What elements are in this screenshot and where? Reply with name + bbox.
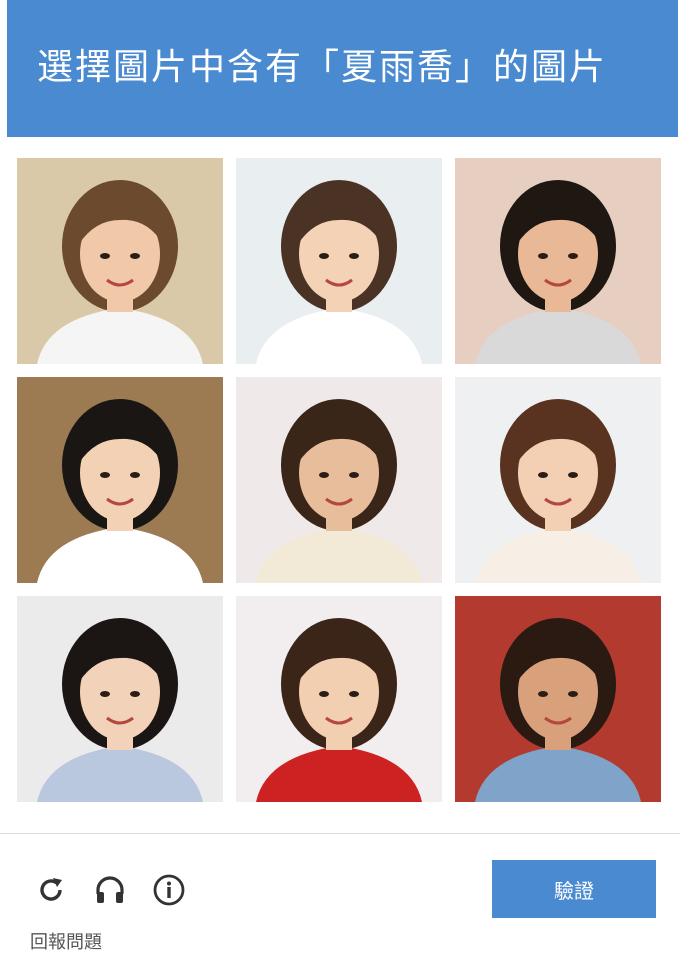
captcha-image-tile[interactable] [17,596,223,802]
captcha-image-tile[interactable] [455,158,661,364]
portrait-image [236,158,442,364]
info-icon[interactable] [151,872,187,908]
portrait-image [236,377,442,583]
captcha-image-tile[interactable] [17,158,223,364]
reload-icon[interactable] [33,872,69,908]
verify-button[interactable]: 驗證 [492,860,656,918]
captcha-image-tile[interactable] [236,158,442,364]
portrait-image [17,596,223,802]
captcha-header: 選擇圖片中含有「夏雨喬」的圖片 [7,0,678,137]
image-grid [17,158,662,808]
report-problem-link[interactable]: 回報問題 [30,928,102,954]
portrait-image [455,158,661,364]
captcha-image-tile[interactable] [455,596,661,802]
portrait-image [17,377,223,583]
portrait-image [236,596,442,802]
captcha-image-tile[interactable] [236,596,442,802]
portrait-image [455,377,661,583]
portrait-image [455,596,661,802]
headphones-icon[interactable] [92,872,128,908]
portrait-image [17,158,223,364]
footer-divider [0,833,680,834]
captcha-image-tile[interactable] [455,377,661,583]
captcha-instruction: 選擇圖片中含有「夏雨喬」的圖片 [37,47,608,88]
captcha-image-tile[interactable] [236,377,442,583]
captcha-image-tile[interactable] [17,377,223,583]
